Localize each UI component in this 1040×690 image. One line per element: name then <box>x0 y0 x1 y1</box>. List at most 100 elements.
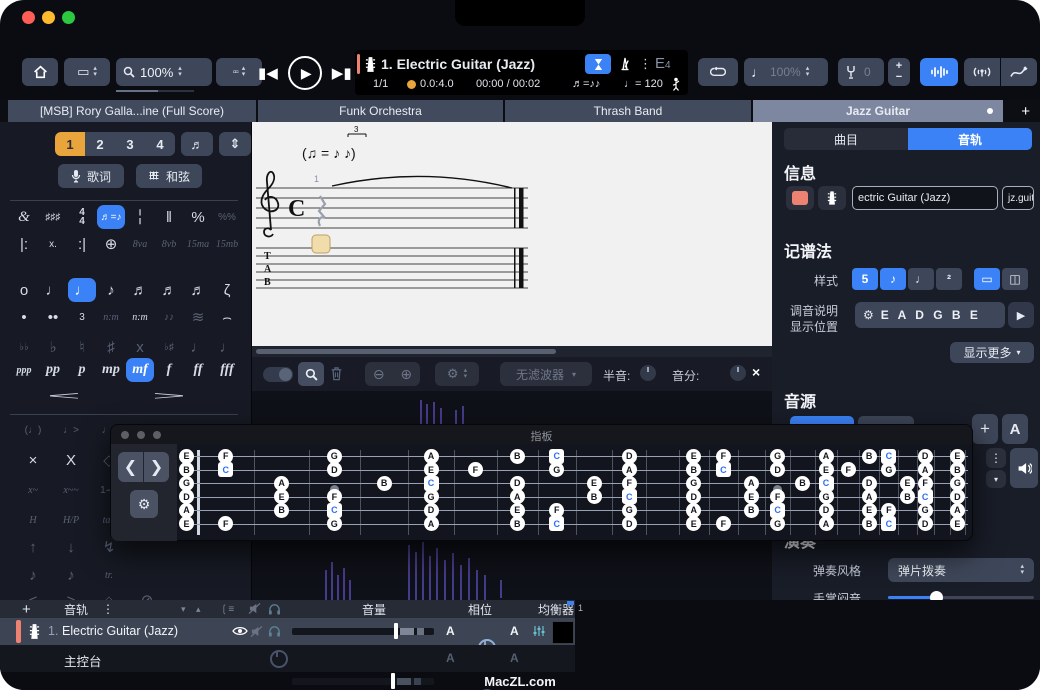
tab-notation-button[interactable]: 5 <box>852 268 878 290</box>
add-track-button[interactable]: + <box>22 601 31 618</box>
fret-note-B[interactable]: B <box>377 476 392 491</box>
close-icon[interactable]: × <box>752 364 760 380</box>
fret-note-B[interactable]: B <box>587 489 602 504</box>
fret-note-F[interactable]: F <box>218 516 233 531</box>
visibility-eye-icon[interactable] <box>232 626 248 636</box>
thirtysecond-note-button[interactable]: ♬ <box>155 278 183 302</box>
natural-button[interactable]: ♮ <box>68 335 96 359</box>
open-note-E[interactable]: E <box>179 516 194 531</box>
slash-notation-button[interactable]: ♩ <box>908 268 934 290</box>
augmentation-dot-button[interactable]: • <box>10 305 38 329</box>
fret-note-G[interactable]: G <box>327 516 342 531</box>
tuning-dropdown[interactable]: ⚙E A D G B E <box>855 302 1005 328</box>
triplet-button[interactable]: 3 <box>68 305 96 329</box>
dynamic-mp-button[interactable]: mp <box>97 358 125 382</box>
master-pan-automation[interactable]: A <box>510 651 519 665</box>
selection-cursor[interactable] <box>312 235 330 253</box>
inspect-audio-button[interactable] <box>298 362 324 386</box>
document-tab-4[interactable]: Jazz Guitar <box>753 100 1003 122</box>
audio-toggle[interactable] <box>263 367 293 382</box>
sharp-button[interactable]: ♯ <box>97 335 125 359</box>
free-time-barline-button[interactable]: ╎ <box>126 205 154 229</box>
grace-on-beat-button[interactable]: ♪ <box>54 563 88 587</box>
document-tab-2[interactable]: Funk Orchestra <box>258 100 503 122</box>
triplet-feel-button[interactable]: ♬=♪ <box>97 205 125 229</box>
loop-button[interactable] <box>698 58 738 86</box>
quindicesima-alta-button[interactable]: 15ma <box>184 232 212 256</box>
close-window-button[interactable] <box>22 11 35 24</box>
fret-note-C[interactable]: C <box>218 462 233 477</box>
layout-button[interactable]: ▫▫▴▾ <box>216 58 262 86</box>
grand-staff-button[interactable]: ² <box>936 268 962 290</box>
hammer-pull-button[interactable]: H/P <box>54 508 88 532</box>
standard-notation-button[interactable]: ♪ <box>880 268 906 290</box>
fret-note-B[interactable]: B <box>900 489 915 504</box>
stem-up-button[interactable]: ♩ <box>213 335 241 359</box>
stem-down-button[interactable]: ♩ <box>184 335 212 359</box>
pan-automation-button[interactable]: A <box>510 624 519 638</box>
dynamic-ff-button[interactable]: ff <box>184 358 212 382</box>
countdown-button[interactable] <box>585 54 611 74</box>
fret-note-A[interactable]: A <box>510 489 525 504</box>
double-dot-button[interactable]: •• <box>39 305 67 329</box>
fret-note-G[interactable]: G <box>549 462 564 477</box>
zoom-slider[interactable] <box>116 90 194 92</box>
multitrack-view-button[interactable]: ◫ <box>1002 268 1028 290</box>
delete-audio-button[interactable] <box>330 365 343 383</box>
double-sharp-button[interactable]: x <box>126 335 154 359</box>
fret-note-G[interactable]: G <box>770 516 785 531</box>
voice-options-button[interactable]: ⇕ <box>219 132 251 156</box>
collapse-icon[interactable]: ▾ <box>181 604 186 615</box>
double-flat-button[interactable]: ♭♭ <box>10 335 38 359</box>
track-name-input[interactable]: ectric Guitar (Jazz) <box>852 186 998 210</box>
master-input-knob[interactable] <box>270 650 288 668</box>
dynamic-pp-button[interactable]: pp <box>39 358 67 382</box>
audio-track-button[interactable] <box>920 58 958 86</box>
new-tab-button[interactable]: + <box>1005 100 1040 122</box>
fret-note-A[interactable]: A <box>424 516 439 531</box>
voice-3-button[interactable]: 3 <box>115 132 145 156</box>
fret-note-E[interactable]: E <box>819 462 834 477</box>
trill-button[interactable]: tr. <box>92 563 126 587</box>
fret-note-D[interactable]: D <box>918 516 933 531</box>
fermata-button[interactable]: ⌢ <box>213 305 241 329</box>
transpose-stepper[interactable]: +− <box>888 58 910 86</box>
tracks-more-icon[interactable]: ⋮ <box>102 602 114 616</box>
upstroke-button[interactable]: ↑ <box>16 535 50 559</box>
document-tab-1[interactable]: [MSB] Rory Galla...ine (Full Score) <box>8 100 256 122</box>
let-ring-button[interactable]: ≋ <box>184 305 212 329</box>
clef-button[interactable]: & <box>10 205 38 229</box>
volume-automation-button[interactable]: A <box>446 624 455 638</box>
voice-4-button[interactable]: 4 <box>145 132 175 156</box>
tab-song[interactable]: 曲目 <box>784 128 908 150</box>
fret-note-G[interactable]: G <box>819 489 834 504</box>
fret-note-A[interactable]: A <box>918 462 933 477</box>
fret-note-C[interactable]: C <box>716 462 731 477</box>
dead-note-button[interactable]: X <box>54 448 88 472</box>
lyrics-button[interactable]: 歌词 <box>58 164 124 188</box>
fret-note-C[interactable]: C <box>881 516 896 531</box>
preview-sound-button[interactable] <box>1010 448 1038 488</box>
downstroke-button[interactable]: ↓ <box>54 535 88 559</box>
previous-bar-button[interactable]: ▮◀ <box>258 64 278 82</box>
fret-note-C[interactable]: C <box>918 489 933 504</box>
fret-note-E[interactable]: E <box>424 462 439 477</box>
expand-icon[interactable]: ▴ <box>196 604 201 615</box>
sound-more-button[interactable]: ⋮ <box>986 448 1006 468</box>
minimize-window-button[interactable] <box>42 11 55 24</box>
fret-note-B[interactable]: B <box>686 462 701 477</box>
open-note-D[interactable]: D <box>179 489 194 504</box>
play-button[interactable]: ▶ <box>288 56 322 90</box>
fret-note-D[interactable]: D <box>622 516 637 531</box>
flat-button[interactable]: ♭ <box>39 335 67 359</box>
semitone-knob[interactable] <box>640 365 656 381</box>
line-in-button[interactable] <box>964 58 1000 86</box>
fret-note-B[interactable]: B <box>510 449 525 464</box>
time-signature-button[interactable]: 44 <box>68 205 96 229</box>
fret-note-B[interactable]: B <box>862 449 877 464</box>
master-volume-automation[interactable]: A <box>446 651 455 665</box>
dynamic-ppp-button[interactable]: ppp <box>10 358 38 382</box>
fret-note-F[interactable]: F <box>468 462 483 477</box>
dynamic-p-button[interactable]: p <box>68 358 96 382</box>
instrument-button[interactable] <box>818 186 846 210</box>
